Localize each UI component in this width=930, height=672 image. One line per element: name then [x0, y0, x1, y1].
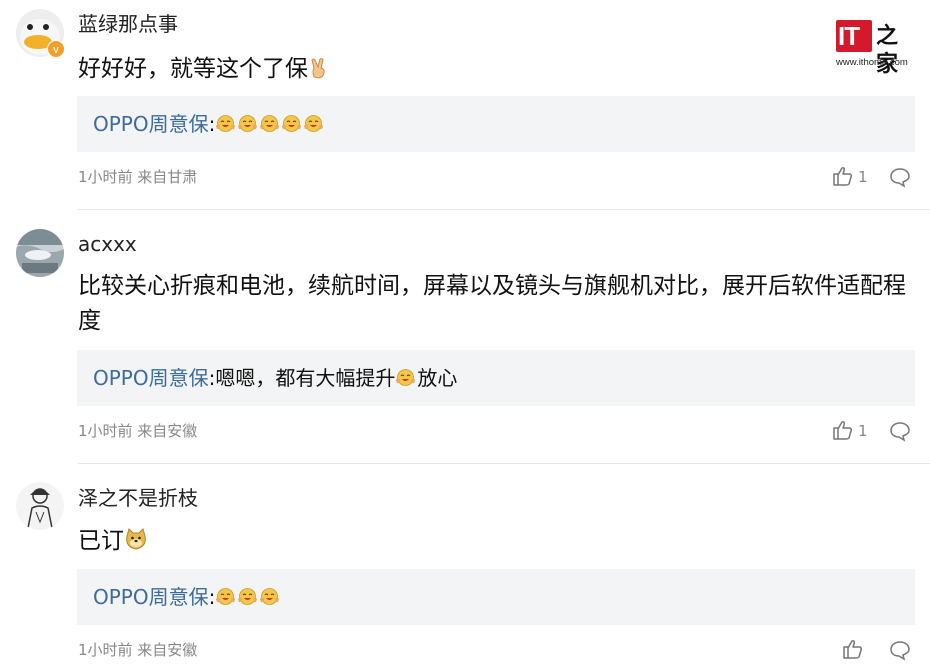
like-thumb-icon — [833, 421, 853, 440]
comment-bubble-icon[interactable] — [889, 639, 911, 661]
svg-text:v: v — [53, 44, 59, 56]
avatar[interactable] — [16, 482, 64, 530]
reply-box: OPPO周意保:嗯嗯，都有大幅提升 放心 — [77, 350, 915, 406]
like-button[interactable]: 1 — [832, 165, 872, 189]
victory-hand-emoji — [311, 58, 325, 79]
hug-emoji — [216, 588, 236, 605]
hug-emoji-group — [215, 112, 325, 136]
hug-emoji — [396, 369, 416, 386]
hug-emoji — [260, 588, 280, 605]
hug-emoji — [238, 588, 258, 605]
reply-line: OPPO周意保: — [93, 110, 325, 138]
hug-emoji — [216, 115, 236, 132]
comment-text: 已订 — [78, 524, 918, 559]
comment-text-body: 好好好，就等这个了保 — [78, 56, 308, 82]
hug-emoji — [238, 115, 258, 132]
like-count: 1 — [858, 168, 868, 186]
like-button[interactable] — [832, 638, 872, 662]
verified-badge-icon: v — [47, 40, 65, 58]
comment-text: 比较关心折痕和电池，续航时间，屏幕以及镜头与旗舰机对比，展开后软件适配程度 — [78, 273, 906, 334]
comment-item: v 蓝绿那点事 好好好，就等这个了保 OPPO周意保: 1小时前 来自甘肃 1 — [0, 0, 930, 210]
hug-emoji — [282, 115, 302, 132]
reply-box: OPPO周意保: — [77, 569, 915, 625]
comment-text-body: 已订 — [78, 528, 124, 554]
doge-emoji — [126, 528, 146, 550]
comment-text: 好好好，就等这个了保 — [78, 52, 918, 87]
avatar[interactable] — [16, 229, 64, 277]
reply-text: 嗯嗯，都有大幅提升 — [215, 366, 396, 390]
reply-text: 放心 — [417, 366, 458, 390]
comment-bubble-icon[interactable] — [889, 166, 911, 188]
comment-item: 泽之不是折枝 已订 OPPO周意保: 1小时前 来自安徽 — [0, 464, 930, 672]
reply-line: OPPO周意保:嗯嗯，都有大幅提升 放心 — [93, 364, 457, 392]
reply-box: OPPO周意保: — [77, 96, 915, 152]
hug-emoji-group — [215, 585, 281, 609]
like-button[interactable]: 1 — [832, 419, 872, 443]
reply-author[interactable]: OPPO周意保 — [93, 112, 209, 136]
hug-emoji-group — [395, 366, 417, 390]
comment-bubble-icon[interactable] — [889, 420, 911, 442]
username[interactable]: 蓝绿那点事 — [78, 12, 178, 36]
hug-emoji — [304, 115, 324, 132]
hug-emoji — [260, 115, 280, 132]
reply-author[interactable]: OPPO周意保 — [93, 585, 209, 609]
comment-meta: 1小时前 来自安徽 — [78, 422, 198, 440]
username[interactable]: 泽之不是折枝 — [78, 486, 198, 510]
like-thumb-icon — [843, 640, 863, 659]
like-thumb-icon — [833, 167, 853, 186]
comment-item: acxxx 比较关心折痕和电池，续航时间，屏幕以及镜头与旗舰机对比，展开后软件适… — [0, 210, 930, 464]
reply-author[interactable]: OPPO周意保 — [93, 366, 209, 390]
like-count: 1 — [858, 422, 868, 440]
username[interactable]: acxxx — [78, 232, 137, 256]
reply-line: OPPO周意保: — [93, 583, 281, 611]
comment-meta: 1小时前 来自甘肃 — [78, 168, 198, 186]
comment-meta: 1小时前 来自安徽 — [78, 641, 198, 659]
